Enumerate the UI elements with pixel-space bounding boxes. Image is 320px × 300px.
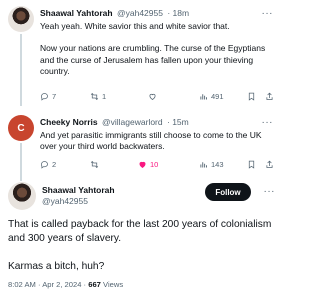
bookmark-button[interactable] [247,92,256,101]
avatar[interactable] [8,6,34,32]
reply-count: 2 [52,160,57,169]
timestamp-text[interactable]: 8:02 AM · Apr 2, 2024 · [8,280,86,289]
avatar[interactable]: C [8,115,34,141]
share-icon [266,160,273,168]
tweet-thread: Shaawal Yahtorah @yah42955 · 18m ··· Yea… [0,0,285,300]
bookmark-icon [248,92,255,101]
thread-line [20,34,22,106]
like-button[interactable]: 10 [138,160,158,169]
author-handle[interactable]: @yah42955 [42,196,88,206]
views-count: 667 [88,280,101,289]
follow-button[interactable]: Follow [205,183,251,201]
views-label: Views [103,280,124,289]
views-button[interactable]: 491 [199,92,224,101]
thread-line [20,143,22,181]
views-icon [200,162,207,168]
tweet-text: Yeah yeah. White savior this and white s… [40,21,266,76]
retweet-icon [90,160,99,169]
views-button[interactable]: 143 [199,160,224,169]
more-icon[interactable]: ··· [264,187,276,197]
retweet-button[interactable] [90,160,102,169]
share-button[interactable] [265,160,274,169]
like-button[interactable] [148,92,160,101]
views-count: 143 [211,160,224,169]
author-handle[interactable]: @yah42955 [117,8,163,18]
reply-button[interactable]: 2 [40,160,56,169]
like-icon [149,93,156,100]
tweet-time[interactable]: · 15m [167,117,189,127]
retweet-icon [90,92,99,101]
more-icon[interactable]: ··· [262,9,274,19]
views-count: 491 [211,92,224,101]
reply-icon [41,93,48,101]
like-icon [139,161,146,168]
tweet-text: And yet parasitic immigrants still choos… [40,130,262,152]
author-name[interactable]: Shaawal Yahtorah [42,185,115,195]
bookmark-icon [248,160,255,169]
reply-count: 7 [52,92,57,101]
author-name[interactable]: Shaawal Yahtorah [40,8,113,18]
share-icon [266,92,273,100]
author-name[interactable]: Cheeky Norris [40,117,98,127]
reply-icon [41,161,48,169]
reply-button[interactable]: 7 [40,92,56,101]
more-icon[interactable]: ··· [262,118,274,128]
tweet-time[interactable]: · 18m [167,8,189,18]
tweet-text: That is called payback for the last 200 … [8,219,272,272]
tweet-header: Shaawal Yahtorah @yah42955 · 18m [40,8,189,19]
views-icon [200,94,207,100]
avatar[interactable] [8,182,36,210]
tweet-header: Shaawal Yahtorah [42,185,115,196]
tweet-timestamp: 8:02 AM · Apr 2, 2024 · 667 Views [8,280,123,289]
like-count: 10 [150,160,159,169]
share-button[interactable] [265,92,274,101]
tweet-actions: 2 10 143 [40,160,275,172]
retweet-count: 1 [102,92,107,101]
author-handle[interactable]: @villagewarlord [102,117,163,127]
tweet-actions: 7 1 491 [40,92,275,104]
retweet-button[interactable]: 1 [90,92,106,101]
tweet-header: Cheeky Norris @villagewarlord · 15m [40,117,189,128]
bookmark-button[interactable] [247,160,256,169]
tweet-header: @yah42955 [42,196,88,207]
